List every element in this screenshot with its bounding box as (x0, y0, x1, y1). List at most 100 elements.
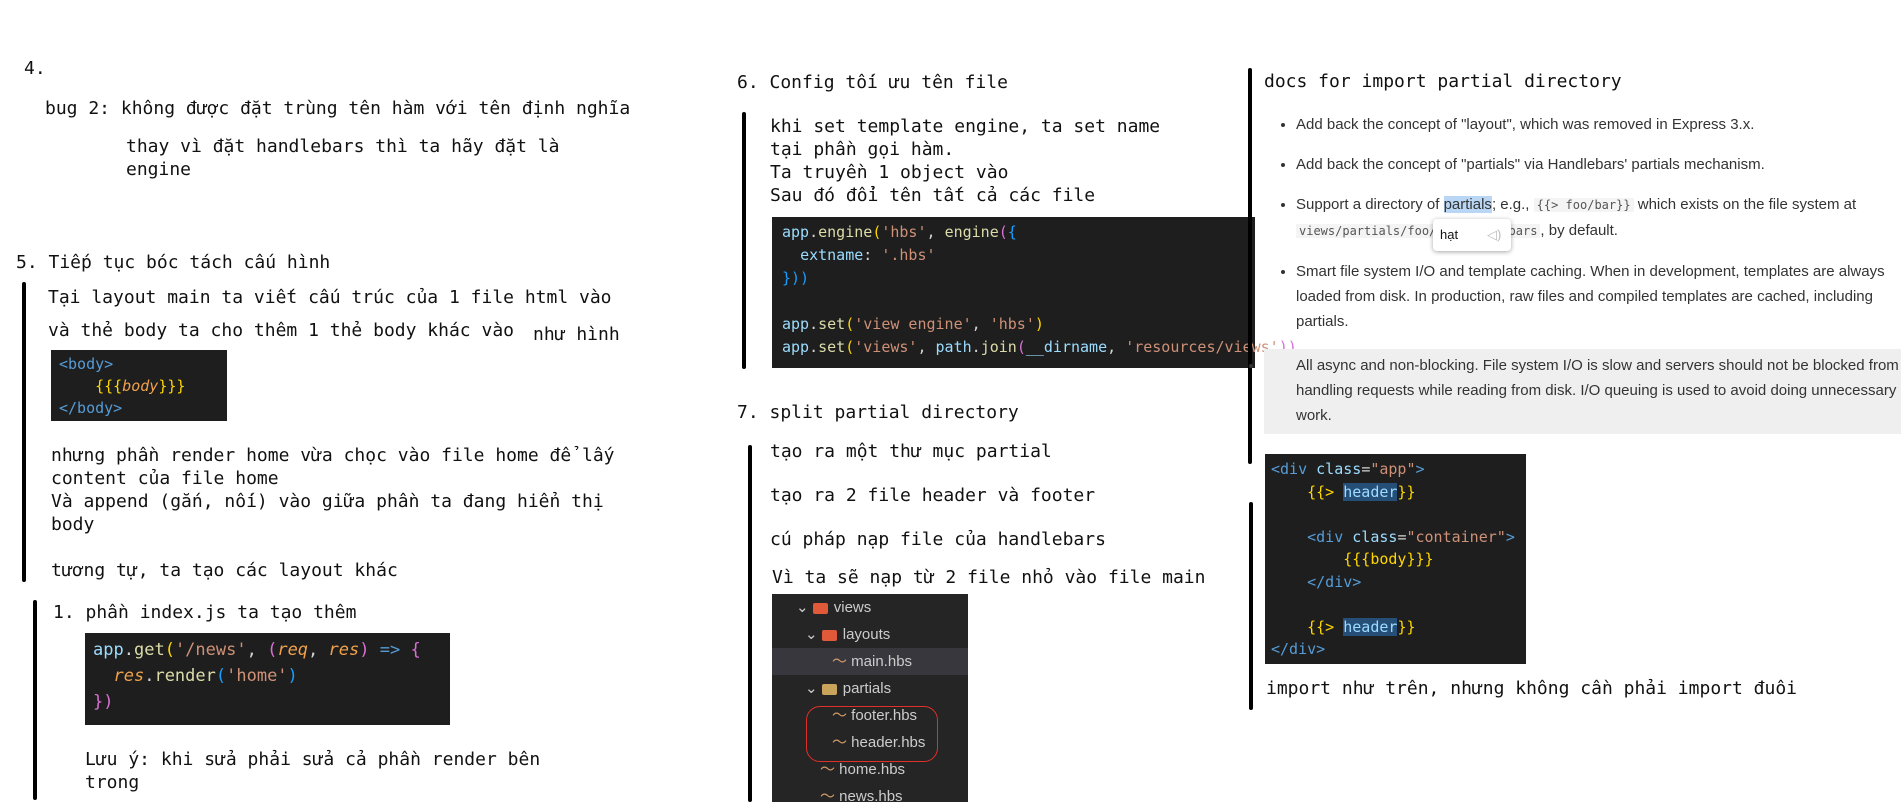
tree-item-layouts[interactable]: ⌄ layouts (772, 621, 968, 648)
code-token: ( (872, 223, 882, 241)
code-token: class (1307, 460, 1362, 478)
code-token: }) (93, 692, 114, 712)
note-text: Lưu ý: khi sửa phải sửa cả phần render b… (85, 749, 541, 770)
tree-item-label: news.hbs (839, 788, 903, 802)
code-token: ( (164, 640, 175, 660)
code-token: set (818, 315, 846, 333)
section-6-text: Ta truyền 1 object vào (770, 162, 1009, 183)
translate-tooltip[interactable]: hạt ◁) (1433, 219, 1511, 251)
tree-item-views[interactable]: ⌄ views (772, 594, 968, 621)
code-token: __dirname (1025, 338, 1108, 356)
highlighted-word: partials (1443, 196, 1492, 213)
chevron-down-icon: ⌄ (805, 680, 822, 697)
code-token: header (1343, 617, 1398, 636)
section-7-text: tạo ra một thư mục partial (770, 441, 1052, 462)
section-5-text: nhưng phần render home vừa chọc vào file… (51, 445, 615, 466)
code-token: {{{ (95, 377, 123, 395)
docs-excerpt: Add back the concept of "layout", which … (1264, 112, 1901, 449)
section-5-heading: 5. Tiếp tục bóc tách cấu hình (16, 252, 331, 273)
code-token: > (1415, 460, 1425, 478)
code-token: 'view engine' (854, 315, 972, 333)
section-6-heading: 6. Config tối ưu tên file (737, 72, 1008, 93)
code-token: '/news' (174, 640, 247, 660)
section-5-text: body (51, 514, 95, 535)
note-text: trong (85, 772, 140, 793)
code-token: {{> (1307, 617, 1344, 636)
code-token: ( (845, 338, 855, 356)
code-token: . (144, 666, 155, 686)
section-5-text: như hình (533, 324, 620, 345)
section-6-text: tại phần gọi hàm. (770, 139, 955, 160)
code-token: { (1007, 223, 1017, 241)
code-token: }} (1397, 482, 1416, 501)
section-5-text: tương tự, ta tạo các layout khác (51, 560, 398, 581)
folder-icon (821, 629, 837, 641)
docs-bullet: All async and non-blocking. File system … (1264, 349, 1901, 434)
code-token: ( (845, 315, 855, 333)
docs-bullet: Support a directory of partials; e.g., {… (1296, 192, 1901, 244)
handlebars-file-icon: 〜 (832, 653, 852, 670)
section-6-text: khi set template engine, ta set name (770, 116, 1161, 137)
subsection-bar (33, 600, 37, 800)
code-token: req (277, 640, 309, 660)
code-token: 'hbs' (881, 223, 927, 241)
import-note-bar (1249, 502, 1253, 710)
code-token: ) (287, 666, 298, 686)
code-token: <div (1271, 460, 1308, 478)
docs-text: which exists on the file system at (1633, 196, 1857, 213)
code-token: path (935, 338, 972, 356)
code-token: ) (1034, 315, 1044, 333)
code-token: set (818, 338, 846, 356)
code-token: }} (1397, 617, 1416, 636)
section-7-heading: 7. split partial directory (737, 402, 1019, 423)
engine-config-code: app.engine('hbs', engine({ extname: '.hb… (772, 217, 1297, 368)
body-code-snippet: <body> {{{body}}} </body> (51, 350, 227, 421)
code-token: "container" (1406, 527, 1506, 546)
section-5-text: và thẻ body ta cho thêm 1 thẻ body khác … (48, 320, 514, 341)
code-token: app (93, 640, 124, 660)
code-token: })) (782, 269, 810, 287)
code-token: render (154, 666, 216, 686)
docs-bullet: Smart file system I/O and template cachi… (1296, 259, 1901, 334)
code-token: </div> (1307, 572, 1362, 591)
section-4-text: engine (126, 159, 192, 180)
docs-text: , by default. (1540, 222, 1618, 239)
section-5-text: Tại layout main ta viết cấu trúc của 1 f… (48, 287, 612, 308)
chevron-down-icon: ⌄ (805, 626, 822, 643)
code-token: }}} (158, 377, 186, 395)
docs-bar (1248, 68, 1252, 464)
tree-item-partials[interactable]: ⌄ partials (772, 675, 968, 702)
code-token: </div> (1271, 640, 1326, 658)
section-7-bar (748, 445, 752, 802)
tree-item-label: home.hbs (839, 761, 906, 778)
section-4-text: thay vì đặt handlebars thì ta hãy đặt là (126, 136, 560, 157)
code-token: "app" (1370, 460, 1416, 478)
handlebars-file-icon: 〜 (820, 761, 840, 778)
docs-bullet: Add back the concept of "layout", which … (1296, 112, 1901, 137)
code-token: , (1107, 338, 1126, 356)
red-highlight-circle (806, 706, 938, 762)
folder-icon (821, 683, 837, 695)
docs-bullet: Add back the concept of "partials" via H… (1296, 152, 1901, 177)
code-token: '.hbs' (881, 246, 936, 264)
tree-item-main[interactable]: 〜 main.hbs (772, 648, 968, 675)
tree-item-label: layouts (842, 626, 891, 643)
tooltip-text: hạt (1440, 227, 1459, 242)
docs-text: Support a directory of (1296, 196, 1444, 213)
code-token: <body> (59, 355, 114, 373)
code-token: 'views' (854, 338, 918, 356)
section-5-text: Và append (gắn, nối) vào giữa phần ta đa… (51, 491, 604, 512)
tree-item-label: views (833, 599, 872, 616)
docs-heading: docs for import partial directory (1264, 71, 1622, 92)
tree-item-news[interactable]: 〜 news.hbs (772, 783, 968, 802)
section-5-text: content của file home (51, 468, 279, 489)
inline-code: {{> foo/bar}} (1533, 198, 1634, 212)
code-token: get (133, 640, 165, 660)
code-token: class (1343, 527, 1398, 546)
speaker-icon[interactable]: ◁) (1487, 219, 1501, 251)
code-token: : (863, 246, 882, 264)
code-token: app (782, 338, 810, 356)
tree-item-label: partials (842, 680, 892, 697)
code-token: ( (215, 666, 227, 686)
code-token: body (122, 377, 159, 395)
